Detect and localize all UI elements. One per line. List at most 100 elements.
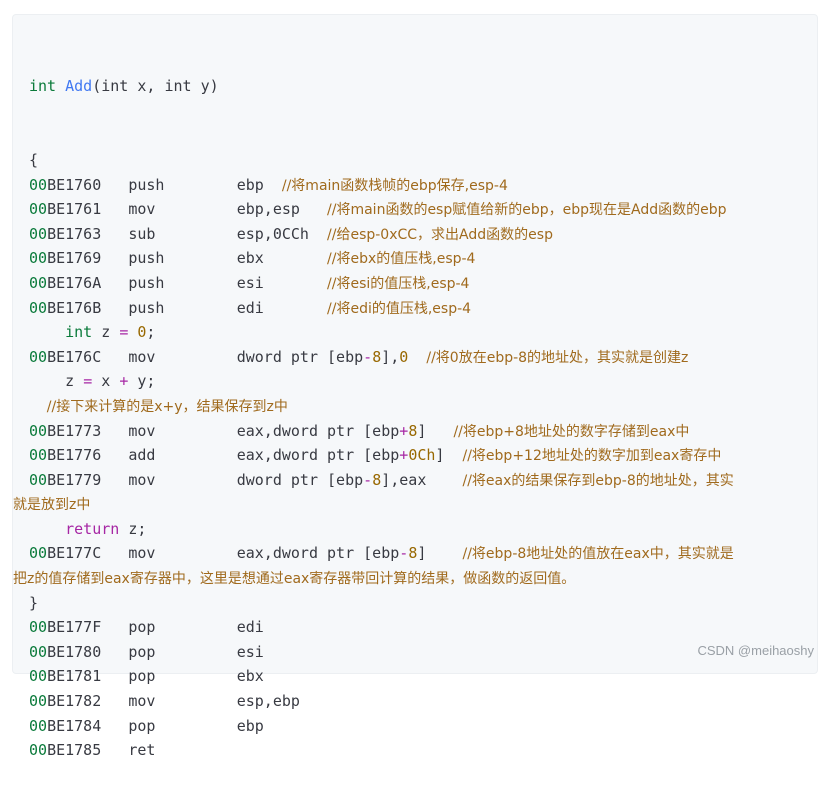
opcode: mov <box>128 471 236 489</box>
asm-comment: //给esp-0xCC，求出Add函数的esp <box>327 227 553 243</box>
asm-line: 00BE1781 pop ebx <box>29 664 803 689</box>
address-prefix: 00 <box>29 176 47 194</box>
code-lines: {00BE1760 push ebp //将main函数栈帧的ebp保存,esp… <box>29 148 803 763</box>
address: BE1780 <box>47 643 128 661</box>
operands: ebp <box>237 717 264 735</box>
address: BE1784 <box>47 717 128 735</box>
opcode: mov <box>128 200 236 218</box>
operands: esi <box>237 643 264 661</box>
address-prefix: 00 <box>29 299 47 317</box>
asm-comment-continuation: 把z的值存储到eax寄存器中，这里是想通过eax寄存器带回计算的结果，做函数的返… <box>13 566 803 591</box>
address: BE1760 <box>47 176 128 194</box>
operands: dword ptr [ebp-8],0 <box>237 348 409 366</box>
opcode: mov <box>128 692 236 710</box>
address: BE176B <box>47 299 128 317</box>
address-prefix: 00 <box>29 446 47 464</box>
opcode: pop <box>128 717 236 735</box>
source-comment: //接下来计算的是x+y，结果保存到z中 <box>29 394 803 419</box>
asm-comment: //将0放在ebp-8的地址处，其实就是创建z <box>426 350 688 366</box>
address-prefix: 00 <box>29 422 47 440</box>
asm-comment: //将edi的值压栈,esp-4 <box>327 301 471 317</box>
opcode: ret <box>128 741 236 759</box>
code-brace: } <box>29 591 803 616</box>
opcode: pop <box>128 618 236 636</box>
function-signature: int Add(int x, int y) <box>29 74 803 99</box>
address-prefix: 00 <box>29 225 47 243</box>
operands: esp,ebp <box>237 692 300 710</box>
opcode: add <box>128 446 236 464</box>
asm-line: 00BE1773 mov eax,dword ptr [ebp+8] //将eb… <box>29 419 803 444</box>
operands: edi <box>237 618 264 636</box>
asm-line: 00BE177F pop edi <box>29 615 803 640</box>
address: BE1763 <box>47 225 128 243</box>
asm-line: 00BE176C mov dword ptr [ebp-8],0 //将0放在e… <box>29 345 803 370</box>
address-prefix: 00 <box>29 643 47 661</box>
asm-comment: //将eax的结果保存到ebp-8的地址处，其实 <box>463 473 734 489</box>
address-prefix: 00 <box>29 741 47 759</box>
function-name: Add <box>65 77 92 95</box>
address: BE176C <box>47 348 128 366</box>
asm-comment: //将ebp+12地址处的数字加到eax寄存中 <box>463 448 722 464</box>
opcode: mov <box>128 348 236 366</box>
address-prefix: 00 <box>29 471 47 489</box>
address-prefix: 00 <box>29 667 47 685</box>
asm-line: 00BE1760 push ebp //将main函数栈帧的ebp保存,esp-… <box>29 173 803 198</box>
opcode: push <box>128 176 236 194</box>
address: BE1779 <box>47 471 128 489</box>
asm-line: 00BE177C mov eax,dword ptr [ebp-8] //将eb… <box>29 541 803 566</box>
address-prefix: 00 <box>29 274 47 292</box>
asm-comment: //将main函数的esp赋值给新的ebp，ebp现在是Add函数的ebp <box>327 202 726 218</box>
code-brace: { <box>29 148 803 173</box>
address: BE177F <box>47 618 128 636</box>
opcode: mov <box>128 422 236 440</box>
opcode: pop <box>128 643 236 661</box>
watermark: CSDN @meihaoshy <box>697 643 814 658</box>
asm-comment: //将ebx的值压栈,esp-4 <box>327 251 475 267</box>
operands: dword ptr [ebp-8],eax <box>237 471 427 489</box>
address: BE176A <box>47 274 128 292</box>
address-prefix: 00 <box>29 348 47 366</box>
operands: eax,dword ptr [ebp-8] <box>237 544 427 562</box>
operands: ebp,esp <box>237 200 300 218</box>
code-block[interactable]: int Add(int x, int y) {00BE1760 push ebp… <box>12 14 818 674</box>
asm-line: 00BE1785 ret <box>29 738 803 763</box>
return-type: int <box>29 77 56 95</box>
address-prefix: 00 <box>29 692 47 710</box>
asm-line: 00BE1782 mov esp,ebp <box>29 689 803 714</box>
asm-comment-continuation: 就是放到z中 <box>13 492 803 517</box>
address: BE177C <box>47 544 128 562</box>
asm-line: 00BE176B push edi //将edi的值压栈,esp-4 <box>29 296 803 321</box>
address: BE1773 <box>47 422 128 440</box>
operands: esp,0CCh <box>237 225 309 243</box>
address: BE1782 <box>47 692 128 710</box>
asm-comment: //将ebp+8地址处的数字存储到eax中 <box>453 424 689 440</box>
address-prefix: 00 <box>29 200 47 218</box>
operands: esi <box>237 274 264 292</box>
asm-comment: //将esi的值压栈,esp-4 <box>327 276 469 292</box>
asm-comment: //将main函数栈帧的ebp保存,esp-4 <box>282 178 508 194</box>
opcode: push <box>128 249 236 267</box>
address-prefix: 00 <box>29 249 47 267</box>
address: BE1781 <box>47 667 128 685</box>
asm-line: 00BE176A push esi //将esi的值压栈,esp-4 <box>29 271 803 296</box>
asm-line: 00BE1779 mov dword ptr [ebp-8],eax //将ea… <box>29 468 803 493</box>
asm-line: 00BE1763 sub esp,0CCh //给esp-0xCC，求出Add函… <box>29 222 803 247</box>
asm-line: 00BE1776 add eax,dword ptr [ebp+0Ch] //将… <box>29 443 803 468</box>
function-params: (int x, int y) <box>92 77 218 95</box>
operands: ebx <box>237 249 264 267</box>
source-line: int z = 0; <box>29 320 803 345</box>
source-line: return z; <box>29 517 803 542</box>
asm-line: 00BE1780 pop esi <box>29 640 803 665</box>
asm-line: 00BE1769 push ebx //将ebx的值压栈,esp-4 <box>29 246 803 271</box>
operands: eax,dword ptr [ebp+8] <box>237 422 427 440</box>
opcode: sub <box>128 225 236 243</box>
asm-line: 00BE1784 pop ebp <box>29 714 803 739</box>
opcode: pop <box>128 667 236 685</box>
asm-comment: //将ebp-8地址处的值放在eax中，其实就是 <box>463 546 734 562</box>
address: BE1785 <box>47 741 128 759</box>
opcode: push <box>128 299 236 317</box>
operands: ebp <box>237 176 264 194</box>
address: BE1776 <box>47 446 128 464</box>
address-prefix: 00 <box>29 717 47 735</box>
operands: ebx <box>237 667 264 685</box>
